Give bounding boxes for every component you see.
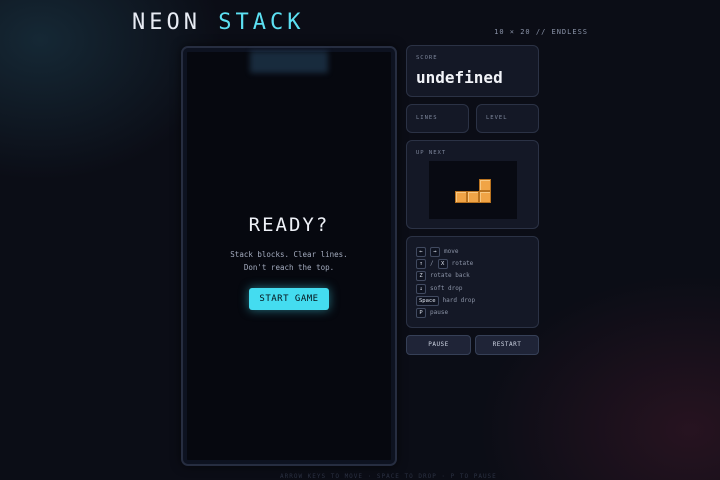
next-piece-block xyxy=(479,191,491,203)
next-piece-block xyxy=(455,191,467,203)
mode-label: 10 × 20 // ENDLESS xyxy=(494,28,588,36)
lines-panel: LINES xyxy=(406,104,469,133)
score-label: SCORE xyxy=(416,55,438,61)
control-action-label: rotate xyxy=(451,260,474,267)
start-game-button[interactable]: START GAME xyxy=(249,288,329,310)
up-next-label: UP NEXT xyxy=(416,150,447,156)
control-pause: P pause xyxy=(416,307,448,318)
z-key: Z xyxy=(416,270,426,281)
score-panel: SCORE undefined xyxy=(406,45,539,97)
restart-button[interactable]: RESTART xyxy=(475,335,539,355)
space-key: Space xyxy=(416,295,439,306)
p-key: P xyxy=(416,307,426,318)
ready-heading: READY? xyxy=(248,214,330,236)
control-rotate-back: Z rotate back xyxy=(416,270,470,281)
next-piece-preview xyxy=(429,161,517,219)
footer-hint: ARROW KEYS TO MOVE · SPACE TO DROP · P T… xyxy=(280,473,497,480)
control-hard-drop: Space hard drop xyxy=(416,295,475,306)
control-action-label: hard drop xyxy=(442,297,476,304)
next-piece-block xyxy=(479,179,491,191)
up-arrow-key: ↑ xyxy=(416,258,426,269)
left-arrow-key: ← xyxy=(416,246,426,257)
right-arrow-key: → xyxy=(430,246,440,257)
level-label: LEVEL xyxy=(486,115,508,121)
control-action-label: soft drop xyxy=(430,285,463,292)
title-word-neon: NEON xyxy=(132,10,201,35)
next-piece-block xyxy=(467,191,479,203)
ready-subtitle-line-2: Don't reach the top. xyxy=(243,263,335,272)
title-word-stack: STACK xyxy=(218,10,305,35)
lines-label: LINES xyxy=(416,115,438,121)
key-separator: / xyxy=(430,260,434,267)
control-action-label: move xyxy=(444,248,459,255)
up-next-panel: UP NEXT xyxy=(406,140,539,229)
controls-panel: ← → move ↑ / X rotate Z rotate back ↓ so… xyxy=(406,236,539,328)
pause-button[interactable]: PAUSE xyxy=(406,335,471,355)
control-action-label: rotate back xyxy=(430,272,470,279)
control-soft-drop: ↓ soft drop xyxy=(416,283,463,294)
control-move: ← → move xyxy=(416,246,458,257)
game-title: NEON STACK xyxy=(132,10,304,35)
ready-overlay: READY? Stack blocks. Clear lines. Don't … xyxy=(183,214,395,310)
control-rotate: ↑ / X rotate xyxy=(416,258,473,269)
control-action-label: pause xyxy=(430,309,449,316)
score-value: undefined xyxy=(416,68,503,87)
level-panel: LEVEL xyxy=(476,104,539,133)
game-board[interactable]: READY? Stack blocks. Clear lines. Don't … xyxy=(181,46,397,466)
x-key: X xyxy=(437,258,448,269)
ready-subtitle-line-1: Stack blocks. Clear lines. xyxy=(230,250,348,259)
down-arrow-key: ↓ xyxy=(416,283,426,294)
spawn-ghost-piece xyxy=(250,51,328,73)
